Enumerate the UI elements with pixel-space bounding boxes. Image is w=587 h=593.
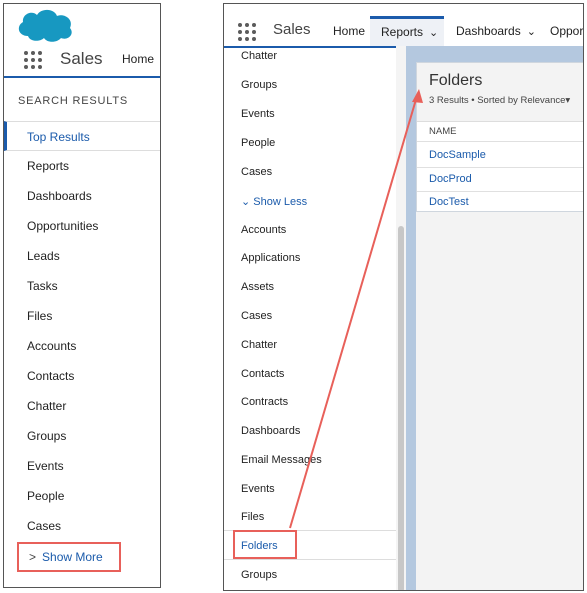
search-result-item-cases[interactable]: Cases bbox=[4, 511, 160, 541]
app-launcher-icon[interactable] bbox=[24, 51, 42, 69]
search-result-item-events[interactable]: Events bbox=[4, 451, 160, 481]
search-result-item-accounts[interactable]: Accounts bbox=[4, 331, 160, 361]
search-result-item-dashboards[interactable]: Dashboards bbox=[4, 181, 160, 211]
app-name: Sales bbox=[60, 49, 103, 68]
right-screenshot-panel: Sales Home Reports ⌄ Dashboards ⌄ Opport C… bbox=[223, 3, 584, 591]
search-result-item-leads[interactable]: Leads bbox=[4, 241, 160, 271]
search-result-item-tasks[interactable]: Tasks bbox=[4, 271, 160, 301]
chevron-right-icon: > bbox=[29, 550, 37, 564]
search-result-item-files[interactable]: Files bbox=[4, 301, 160, 331]
arrow-head-icon bbox=[412, 89, 423, 103]
show-more-label: Show More bbox=[42, 550, 103, 564]
show-more-button[interactable]: > Show More bbox=[17, 542, 121, 572]
search-result-item-groups[interactable]: Groups bbox=[4, 421, 160, 451]
salesforce-cloud-logo bbox=[18, 9, 72, 42]
search-result-item-reports[interactable]: Reports bbox=[4, 151, 160, 181]
app-navigation-bar: Sales Home bbox=[4, 44, 160, 78]
search-result-item-top-results[interactable]: Top Results bbox=[4, 121, 160, 151]
left-screenshot-panel: Sales Home SEARCH RESULTS Top Results Re… bbox=[3, 3, 161, 588]
search-result-item-chatter[interactable]: Chatter bbox=[4, 391, 160, 421]
annotation-arrow bbox=[289, 89, 423, 529]
search-results-heading: SEARCH RESULTS bbox=[18, 95, 129, 107]
search-result-item-contacts[interactable]: Contacts bbox=[4, 361, 160, 391]
search-result-item-people[interactable]: People bbox=[4, 481, 160, 511]
search-results-list: Top Results Reports Dashboards Opportuni… bbox=[4, 121, 160, 541]
search-result-item-opportunities[interactable]: Opportunities bbox=[4, 211, 160, 241]
nav-item-home[interactable]: Home bbox=[122, 52, 154, 66]
